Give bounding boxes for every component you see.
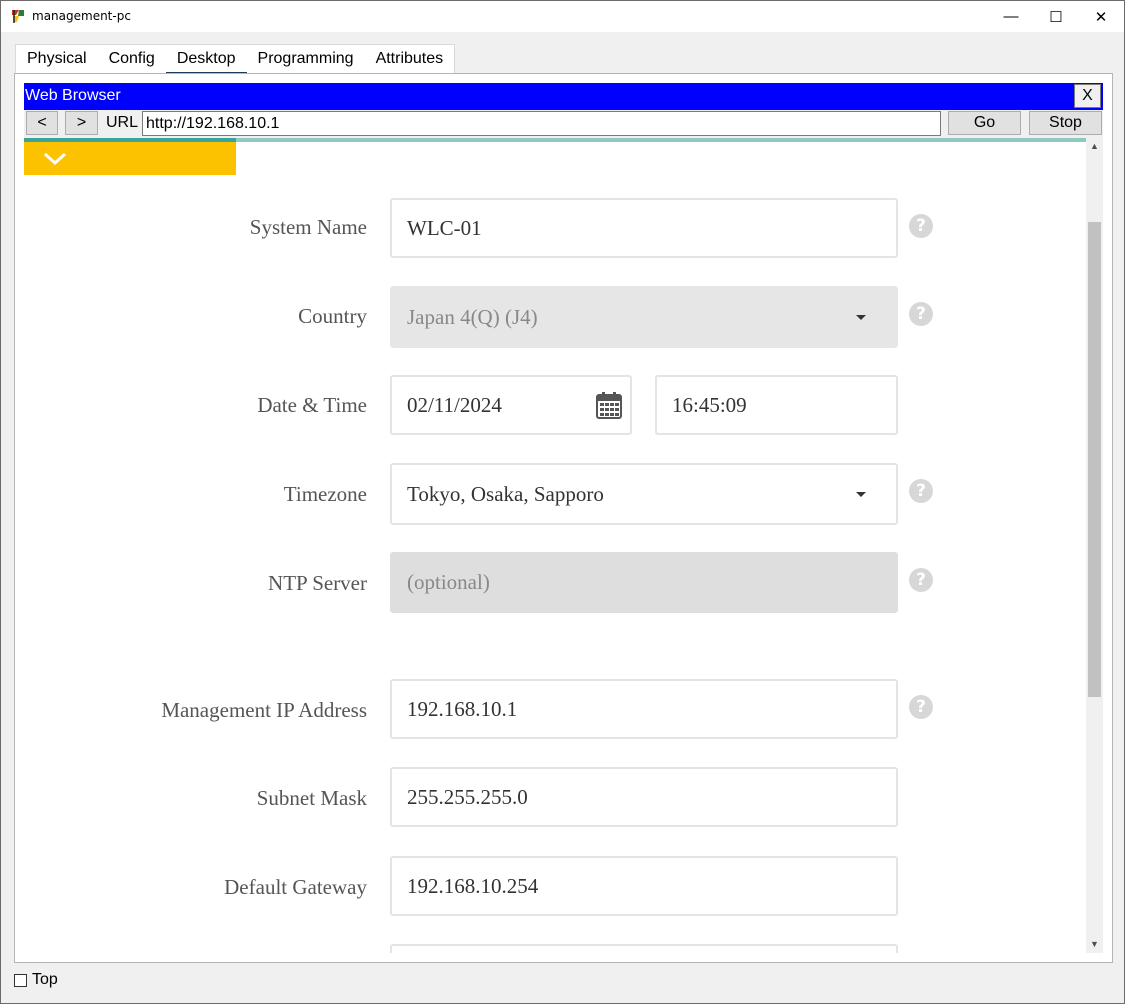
ntp-server-help-icon[interactable]: ? — [909, 568, 933, 592]
calendar-icon[interactable] — [596, 391, 622, 419]
app-icon — [11, 9, 25, 23]
chevron-down-icon — [856, 315, 866, 320]
system-name-input[interactable]: WLC-01 — [390, 198, 898, 258]
url-input[interactable]: http://192.168.10.1 — [142, 111, 941, 136]
browser-viewport: System Name WLC-01 ? Country Japan 4(Q) … — [24, 138, 1086, 953]
back-button[interactable]: < — [26, 111, 58, 135]
timezone-help-icon[interactable]: ? — [909, 479, 933, 503]
collapse-toggle[interactable] — [24, 142, 236, 175]
scroll-thumb[interactable] — [1088, 222, 1101, 697]
ntp-server-input: (optional) — [390, 552, 898, 613]
scroll-down-icon[interactable]: ▼ — [1086, 936, 1103, 953]
management-ip-help-icon[interactable]: ? — [909, 695, 933, 719]
system-name-label: System Name — [249, 215, 367, 239]
date-time-label: Date & Time — [257, 393, 367, 417]
management-ip-label: Management IP Address — [161, 698, 367, 722]
date-value: 02/11/2024 — [407, 392, 502, 417]
go-button[interactable]: Go — [948, 111, 1021, 135]
time-input[interactable]: 16:45:09 — [655, 375, 898, 435]
subnet-mask-input[interactable]: 255.255.255.0 — [390, 767, 898, 827]
app-window: management-pc — ☐ ✕ Physical Config Desk… — [0, 0, 1125, 1004]
subnet-mask-label: Subnet Mask — [256, 786, 367, 810]
maximize-icon: ☐ — [1049, 8, 1063, 26]
web-browser-title: Web Browser — [25, 87, 121, 104]
minimize-icon: — — [1003, 8, 1019, 25]
minimize-button[interactable]: — — [988, 1, 1034, 32]
vertical-scrollbar[interactable]: ▲ ▼ — [1086, 138, 1103, 953]
close-icon: ✕ — [1094, 8, 1108, 26]
top-checkbox[interactable] — [14, 974, 27, 987]
timezone-value: Tokyo, Osaka, Sapporo — [407, 481, 604, 506]
window-title: management-pc — [32, 9, 131, 23]
tab-desktop[interactable]: Desktop — [165, 45, 247, 75]
title-bar: management-pc — ☐ ✕ — [1, 1, 1124, 32]
web-browser-titlebar: Web Browser — [24, 83, 1103, 110]
date-input[interactable]: 02/11/2024 — [390, 375, 632, 435]
tab-physical[interactable]: Physical — [16, 45, 98, 73]
country-select: Japan 4(Q) (J4) — [390, 286, 898, 348]
stop-button[interactable]: Stop — [1029, 111, 1102, 135]
tab-programming[interactable]: Programming — [247, 45, 365, 73]
top-checkbox-label: Top — [32, 971, 58, 988]
device-tabs: Physical Config Desktop Programming Attr… — [15, 44, 456, 75]
maximize-button[interactable]: ☐ — [1033, 1, 1079, 32]
timezone-label: Timezone — [283, 482, 367, 506]
country-label: Country — [298, 304, 367, 328]
next-field-input[interactable] — [390, 944, 898, 953]
default-gateway-label: Default Gateway — [224, 875, 367, 899]
chevron-down-icon — [856, 492, 866, 497]
tab-config[interactable]: Config — [98, 45, 166, 73]
scroll-up-icon[interactable]: ▲ — [1086, 138, 1103, 155]
close-window-button[interactable]: ✕ — [1078, 1, 1124, 32]
system-name-help-icon[interactable]: ? — [909, 214, 933, 238]
default-gateway-input[interactable]: 192.168.10.254 — [390, 856, 898, 916]
browser-close-button[interactable]: X — [1074, 84, 1101, 108]
url-label: URL — [106, 114, 139, 131]
country-value: Japan 4(Q) (J4) — [407, 304, 538, 329]
chevron-down-icon — [43, 152, 67, 166]
country-help-icon[interactable]: ? — [909, 302, 933, 326]
forward-button[interactable]: > — [65, 111, 98, 135]
timezone-select[interactable]: Tokyo, Osaka, Sapporo — [390, 463, 898, 525]
ntp-server-label: NTP Server — [268, 571, 367, 595]
management-ip-input[interactable]: 192.168.10.1 — [390, 679, 898, 739]
tab-attributes[interactable]: Attributes — [365, 45, 455, 73]
